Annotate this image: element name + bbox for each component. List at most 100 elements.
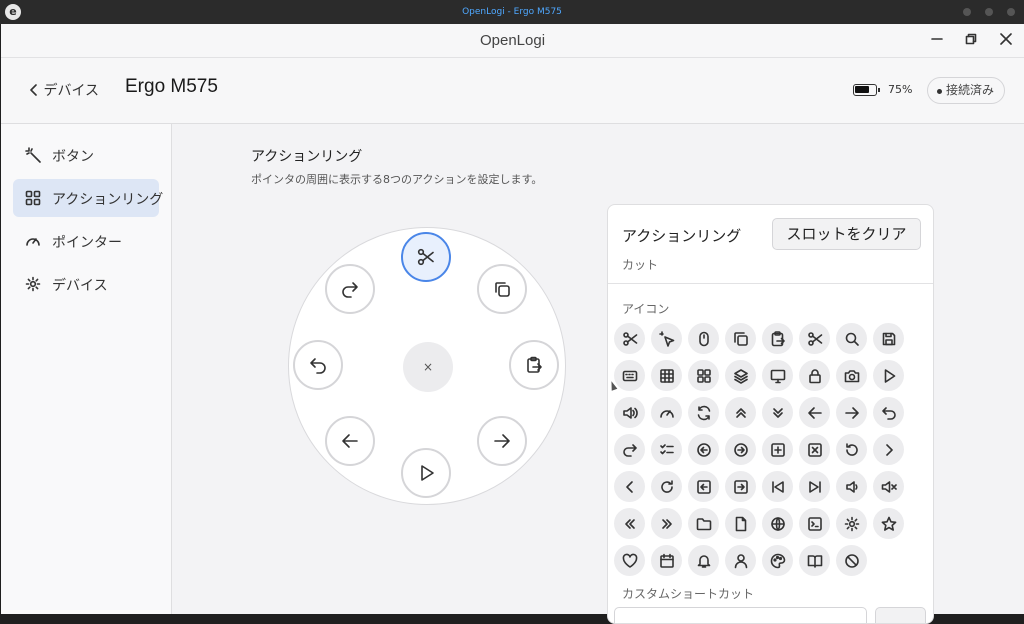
- volume-up-icon[interactable]: [614, 397, 645, 428]
- terminal-icon[interactable]: [799, 508, 830, 539]
- user-icon[interactable]: [725, 545, 756, 576]
- sidebar-item-action-ring[interactable]: アクションリング: [13, 179, 163, 217]
- play-icon[interactable]: [873, 360, 904, 391]
- connection-status-badge: 接続済み: [927, 77, 1006, 104]
- minimize-icon: [931, 38, 943, 40]
- square-arrow-left-icon[interactable]: [688, 471, 719, 502]
- restore-icon: [965, 33, 977, 45]
- ring-slot-back[interactable]: [325, 416, 375, 466]
- scissors-icon[interactable]: [614, 323, 645, 354]
- folder-icon[interactable]: [688, 508, 719, 539]
- scissors-alt-icon[interactable]: [799, 323, 830, 354]
- close-icon: [1000, 33, 1012, 45]
- gear-icon[interactable]: [836, 508, 867, 539]
- circle-arrow-right-icon[interactable]: [725, 434, 756, 465]
- ring-slot-forward[interactable]: [477, 416, 527, 466]
- skip-forward-icon[interactable]: [799, 471, 830, 502]
- circle-arrow-left-icon[interactable]: [688, 434, 719, 465]
- gear-icon: [25, 276, 41, 292]
- chevron-left-icon[interactable]: [614, 471, 645, 502]
- book-icon[interactable]: [799, 545, 830, 576]
- refresh-icon[interactable]: [688, 397, 719, 428]
- bell-icon[interactable]: [688, 545, 719, 576]
- sidebar-item-pointer[interactable]: ポインター: [13, 222, 159, 260]
- custom-shortcut-button[interactable]: [875, 607, 926, 623]
- sidebar-item-label: デバイス: [52, 278, 108, 294]
- chevrons-left-icon[interactable]: [614, 508, 645, 539]
- maximize-button[interactable]: [961, 31, 981, 51]
- system-titlebar: e OpenLogi - Ergo M575: [0, 0, 1024, 24]
- layers-icon[interactable]: [725, 360, 756, 391]
- section-title: アクションリング: [251, 149, 363, 165]
- rotate-cw-icon[interactable]: [651, 471, 682, 502]
- ring-slot-undo[interactable]: [293, 340, 343, 390]
- action-ring: ×: [288, 227, 566, 505]
- search-icon[interactable]: [836, 323, 867, 354]
- volume-mute-icon[interactable]: [873, 471, 904, 502]
- chevrons-down-icon[interactable]: [762, 397, 793, 428]
- system-window-title: OpenLogi - Ergo M575: [462, 7, 562, 17]
- palette-icon[interactable]: [762, 545, 793, 576]
- camera-icon[interactable]: [836, 360, 867, 391]
- save-icon[interactable]: [873, 323, 904, 354]
- system-close-button[interactable]: [1007, 8, 1015, 16]
- battery-fill: [855, 86, 869, 93]
- chevrons-up-icon[interactable]: [725, 397, 756, 428]
- ring-center-close-button[interactable]: ×: [403, 342, 453, 392]
- pointer-click-icon[interactable]: [651, 323, 682, 354]
- skip-back-icon[interactable]: [762, 471, 793, 502]
- calendar-icon[interactable]: [651, 545, 682, 576]
- sidebar-item-buttons[interactable]: ボタン: [13, 136, 159, 174]
- ban-icon[interactable]: [836, 545, 867, 576]
- square-x-icon[interactable]: [799, 434, 830, 465]
- checklist-icon[interactable]: [651, 434, 682, 465]
- heart-icon[interactable]: [614, 545, 645, 576]
- minimize-button[interactable]: [927, 31, 947, 51]
- undo-icon[interactable]: [873, 397, 904, 428]
- file-icon[interactable]: [725, 508, 756, 539]
- gauge-icon: [26, 238, 40, 246]
- square-arrow-right-icon[interactable]: [725, 471, 756, 502]
- chevron-right-icon[interactable]: [873, 434, 904, 465]
- sidebar: ボタン アクションリング ポインター デバイス: [1, 124, 172, 614]
- close-button[interactable]: [996, 31, 1016, 51]
- ring-slot-play[interactable]: [401, 448, 451, 498]
- sidebar-item-label: ポインター: [52, 235, 122, 251]
- monitor-icon[interactable]: [762, 360, 793, 391]
- table-icon[interactable]: [651, 360, 682, 391]
- ring-slot-cut[interactable]: [401, 232, 451, 282]
- mouse-icon[interactable]: [688, 323, 719, 354]
- keyboard-icon[interactable]: [614, 360, 645, 391]
- square-plus-icon[interactable]: [762, 434, 793, 465]
- lock-icon[interactable]: [799, 360, 830, 391]
- system-maximize-button[interactable]: [985, 8, 993, 16]
- custom-shortcut-input[interactable]: [614, 607, 867, 623]
- arrow-left-icon[interactable]: [799, 397, 830, 428]
- clipboard-icon[interactable]: [762, 323, 793, 354]
- redo-icon: [342, 282, 358, 298]
- action-ring-panel: アクションリング スロットをクリア カット アイコン カスタムショートカット: [607, 204, 934, 624]
- app-title: OpenLogi: [479, 32, 546, 49]
- star-icon[interactable]: [873, 508, 904, 539]
- play-icon: [421, 465, 434, 481]
- rotate-ccw-icon[interactable]: [836, 434, 867, 465]
- device-name: Ergo M575: [125, 76, 218, 97]
- sidebar-item-device[interactable]: デバイス: [13, 265, 159, 303]
- ring-slot-paste[interactable]: [509, 340, 559, 390]
- panel-title: アクションリング: [622, 227, 742, 245]
- gauge-icon[interactable]: [651, 397, 682, 428]
- chevrons-right-icon[interactable]: [651, 508, 682, 539]
- ring-slot-redo[interactable]: [325, 264, 375, 314]
- system-minimize-button[interactable]: [963, 8, 971, 16]
- copy-icon[interactable]: [725, 323, 756, 354]
- redo-icon[interactable]: [614, 434, 645, 465]
- grid-icon[interactable]: [688, 360, 719, 391]
- clear-slot-button[interactable]: スロットをクリア: [772, 218, 921, 250]
- window-titlebar: OpenLogi: [1, 24, 1024, 58]
- globe-icon[interactable]: [762, 508, 793, 539]
- ring-slot-copy[interactable]: [477, 264, 527, 314]
- volume-down-icon[interactable]: [836, 471, 867, 502]
- back-button[interactable]: デバイス: [29, 80, 99, 100]
- divider: [608, 283, 933, 284]
- arrow-right-icon[interactable]: [836, 397, 867, 428]
